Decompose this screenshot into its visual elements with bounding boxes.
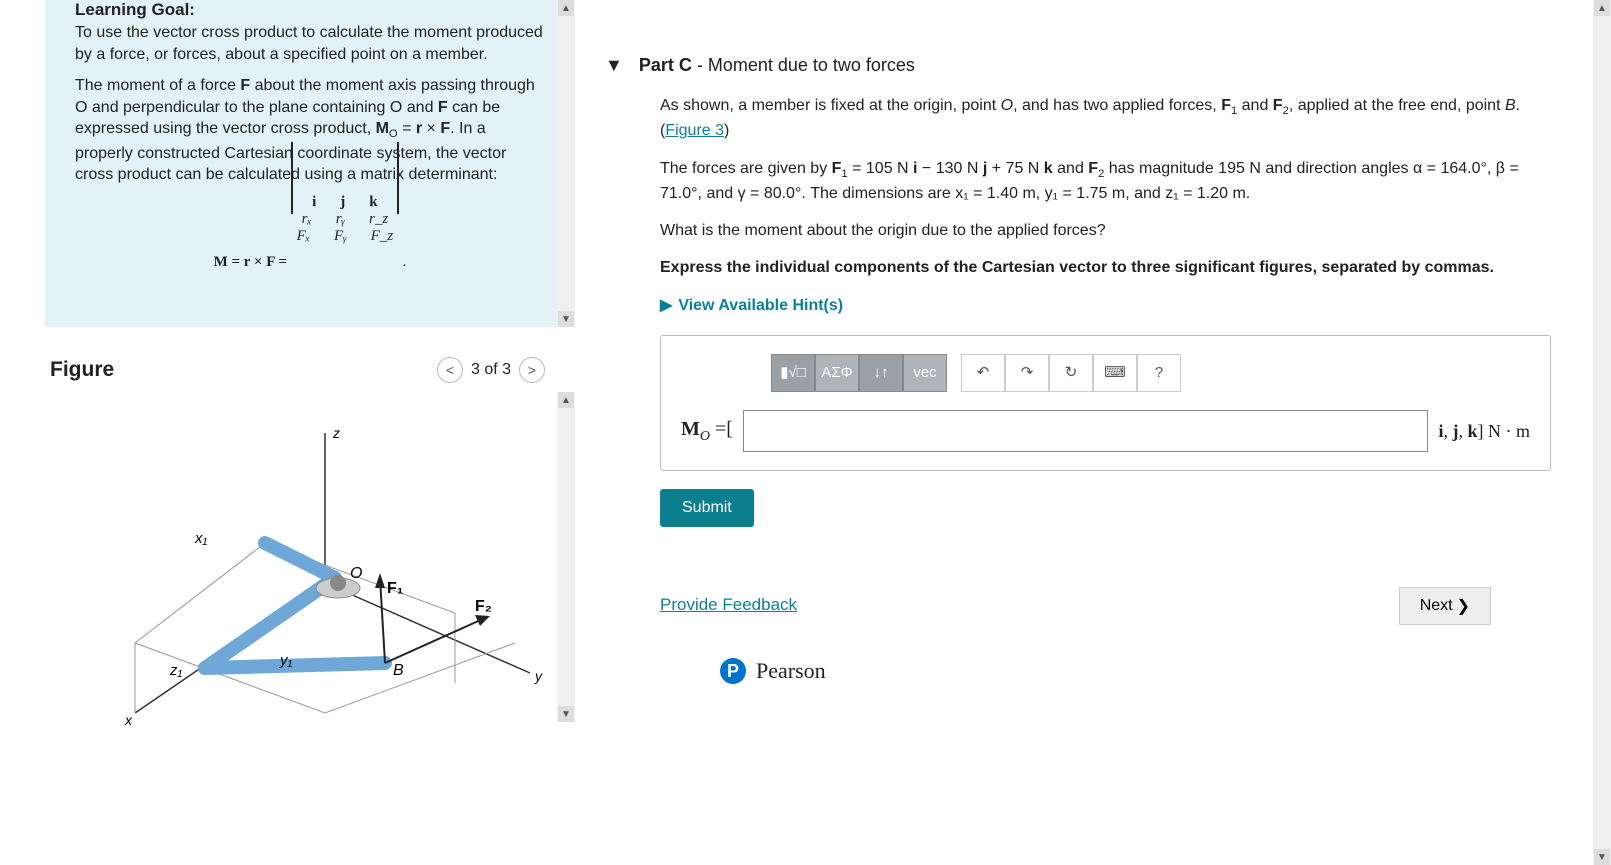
vector-button[interactable]: vec <box>903 354 947 392</box>
answer-input-row: MO =[ i, j, k] N · m <box>681 410 1530 452</box>
part-label: Part C <box>639 55 692 75</box>
value: γ = 80.0° <box>738 185 802 202</box>
text: and direction angles <box>1261 160 1413 177</box>
scroll-up-icon[interactable]: ▲ <box>558 0 574 16</box>
goal-scrollbar[interactable]: ▲ ▼ <box>557 0 575 327</box>
right-panel: ▼ Part C - Moment due to two forces As s… <box>575 0 1611 865</box>
matrix-lhs: M = r × F = <box>214 254 288 270</box>
learning-goal-title: Learning Goal: <box>75 0 545 20</box>
pearson-branding: P Pearson <box>720 655 1551 687</box>
intro-paragraph: As shown, a member is fixed at the origi… <box>660 94 1551 143</box>
answer-lhs: MO =[ <box>681 415 733 447</box>
problem-content: As shown, a member is fixed at the origi… <box>605 94 1611 687</box>
main-scrollbar[interactable]: ▲ ▼ <box>1593 0 1611 865</box>
text: . <box>1516 97 1520 114</box>
svg-text:x₁: x₁ <box>194 530 208 547</box>
pearson-text: Pearson <box>756 655 826 687</box>
keyboard-button[interactable]: ⌨ <box>1093 354 1137 392</box>
value: 195 N <box>1218 160 1261 177</box>
figure-link[interactable]: Figure 3 <box>665 122 724 139</box>
svg-text:x: x <box>124 712 133 728</box>
view-hints-toggle[interactable]: ▶ View Available Hint(s) <box>660 294 1551 317</box>
pearson-logo-icon: P <box>720 658 746 684</box>
chevron-right-icon: ▶ <box>660 294 672 317</box>
value: α = 164.0° <box>1413 160 1487 177</box>
svg-text:O: O <box>350 565 362 582</box>
next-label: Next <box>1420 597 1453 615</box>
figure-diagram: z x y O B F₁ <box>75 413 565 743</box>
text: , applied at the free end, point <box>1289 97 1505 114</box>
instruction-text: Express the individual components of the… <box>660 256 1551 279</box>
svg-text:y: y <box>534 668 543 684</box>
answer-input[interactable] <box>743 410 1429 452</box>
figure-nav: < 3 of 3 > <box>437 357 545 383</box>
answer-rhs: i, j, k] N · m <box>1438 418 1530 444</box>
left-panel: Learning Goal: To use the vector cross p… <box>0 0 575 865</box>
text: has magnitude <box>1104 160 1218 177</box>
matrix-cell: i <box>312 194 316 211</box>
svg-text:z: z <box>332 425 340 441</box>
greek-button[interactable]: ΑΣΦ <box>815 354 859 392</box>
submit-button[interactable]: Submit <box>660 489 754 527</box>
figure-next-button[interactable]: > <box>519 357 545 383</box>
answer-box: ▮√□ ΑΣΦ ↓↑ vec ↶ ↷ ↻ ⌨ ? MO =[ i, j, k] … <box>660 335 1551 471</box>
value: y₁ = 1.75 m <box>1045 185 1126 202</box>
svg-text:F₁: F₁ <box>387 580 404 597</box>
matrix-determinant: M = r × F = ijk rₓrᵧr_z FₓFᵧF_z . <box>75 194 545 271</box>
provide-feedback-link[interactable]: Provide Feedback <box>660 593 797 618</box>
help-button[interactable]: ? <box>1137 354 1181 392</box>
redo-button[interactable]: ↷ <box>1005 354 1049 392</box>
svg-text:z₁: z₁ <box>169 662 183 679</box>
text: As shown, a member is fixed at the origi… <box>660 97 1001 114</box>
text: The forces are given by <box>660 160 832 177</box>
figure-page-label: 3 of 3 <box>471 361 511 379</box>
value: x₁ = 1.40 m <box>955 185 1036 202</box>
figure-scrollbar[interactable]: ▲ ▼ <box>557 392 575 722</box>
part-header[interactable]: ▼ Part C - Moment due to two forces <box>605 0 1611 94</box>
learning-goal-body: To use the vector cross product to calcu… <box>75 22 545 65</box>
scroll-down-icon[interactable]: ▼ <box>558 311 574 327</box>
equation-toolbar: ▮√□ ΑΣΦ ↓↑ vec ↶ ↷ ↻ ⌨ ? <box>771 354 1530 392</box>
figure-header: Figure < 3 of 3 > <box>45 327 575 393</box>
template-button[interactable]: ▮√□ <box>771 354 815 392</box>
matrix-cell: rᵧ <box>336 211 345 228</box>
svg-text:F₂: F₂ <box>475 598 492 615</box>
forces-paragraph: The forces are given by F1 = 105 N i − 1… <box>660 157 1551 206</box>
matrix-cell: rₓ <box>302 211 312 228</box>
matrix-cell: k <box>369 194 377 211</box>
next-button[interactable]: Next ❯ <box>1399 587 1491 625</box>
reset-button[interactable]: ↻ <box>1049 354 1093 392</box>
figure-title: Figure <box>50 358 114 382</box>
matrix-cell: Fᵧ <box>334 228 347 245</box>
chevron-right-icon: ❯ <box>1457 596 1470 616</box>
scroll-up-icon[interactable]: ▲ <box>558 392 574 408</box>
goal-text: The moment of a force <box>75 77 240 94</box>
text: . The dimensions are <box>801 185 955 202</box>
text: , and has two applied forces, <box>1013 97 1221 114</box>
part-title: - Moment due to two forces <box>692 55 915 75</box>
svg-text:B: B <box>393 662 404 679</box>
scroll-up-icon[interactable]: ▲ <box>1594 0 1610 16</box>
matrix-cell: j <box>340 194 345 211</box>
scroll-down-icon[interactable]: ▼ <box>1594 849 1610 865</box>
svg-text:y₁: y₁ <box>279 652 293 669</box>
learning-goal-theory: The moment of a force F about the moment… <box>75 75 545 186</box>
hints-label: View Available Hint(s) <box>678 294 843 317</box>
undo-button[interactable]: ↶ <box>961 354 1005 392</box>
value: z₁ = 1.20 m <box>1165 185 1246 202</box>
question-text: What is the moment about the origin due … <box>660 219 1551 242</box>
footer-row: Provide Feedback Next ❯ <box>660 587 1551 625</box>
figure-prev-button[interactable]: < <box>437 357 463 383</box>
collapse-caret-icon[interactable]: ▼ <box>605 55 623 76</box>
learning-goal-box: Learning Goal: To use the vector cross p… <box>45 0 575 327</box>
matrix-cell: F_z <box>371 228 394 245</box>
matrix-cell: r_z <box>369 211 388 228</box>
matrix-cell: Fₓ <box>297 228 310 245</box>
subscript-button[interactable]: ↓↑ <box>859 354 903 392</box>
scroll-down-icon[interactable]: ▼ <box>558 706 574 722</box>
